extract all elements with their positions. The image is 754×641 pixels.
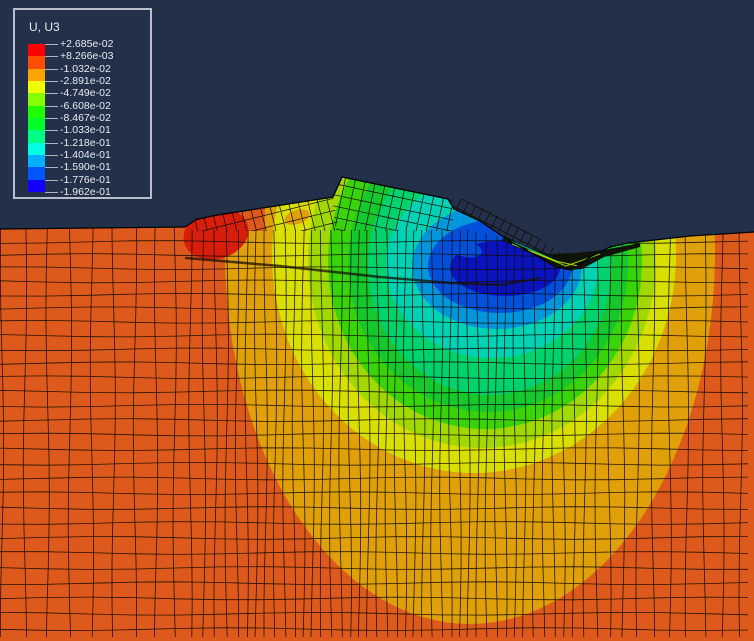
legend-label: +2.685e-02 (60, 38, 114, 50)
legend-swatch (28, 68, 45, 81)
legend-tick (45, 117, 58, 119)
legend-label: -1.032e-02 (60, 62, 111, 75)
legend-swatch (28, 167, 45, 180)
legend-swatch (28, 154, 45, 168)
legend-swatch (28, 44, 45, 57)
legend-swatch (28, 130, 45, 143)
legend-swatch (28, 56, 45, 69)
legend-label: -2.891e-02 (60, 74, 111, 87)
legend-swatch (28, 142, 45, 155)
legend-label: -1.776e-01 (60, 173, 111, 186)
legend-label: -4.749e-02 (60, 87, 111, 100)
legend-tick (45, 154, 58, 156)
legend-label: -1.218e-01 (60, 136, 111, 149)
legend-tick (45, 44, 58, 45)
legend-tick (45, 68, 58, 70)
legend-label: -1.404e-01 (60, 148, 111, 161)
legend-label: -1.962e-01 (60, 185, 111, 198)
legend-tick (45, 56, 58, 58)
legend-swatch (28, 105, 45, 118)
legend-label: -1.590e-01 (60, 161, 111, 174)
legend-title: U, U3 (29, 20, 60, 34)
legend-tick (45, 167, 58, 169)
legend-label: -6.608e-02 (60, 99, 111, 112)
abaqus-viewport-stage: U, U3 +2.685e-02 +8.266e-03 -1.032e-02 -2.8… (0, 0, 754, 641)
legend-swatch (28, 179, 45, 192)
legend-label: +8.266e-03 (60, 50, 114, 63)
legend-tick (45, 191, 58, 193)
legend-swatch (28, 80, 45, 94)
legend-tick (45, 142, 58, 144)
legend-tick (45, 105, 58, 107)
legend-label: -1.033e-01 (60, 124, 111, 137)
legend-tick (45, 130, 58, 132)
legend-tick (45, 93, 58, 95)
contour-legend: U, U3 +2.685e-02 +8.266e-03 -1.032e-02 -2.8… (13, 8, 152, 199)
legend-swatch (28, 117, 45, 131)
legend-tick (45, 179, 58, 181)
legend-label: -8.467e-02 (60, 111, 111, 124)
legend-swatch (28, 93, 45, 106)
legend-tick (45, 80, 58, 82)
